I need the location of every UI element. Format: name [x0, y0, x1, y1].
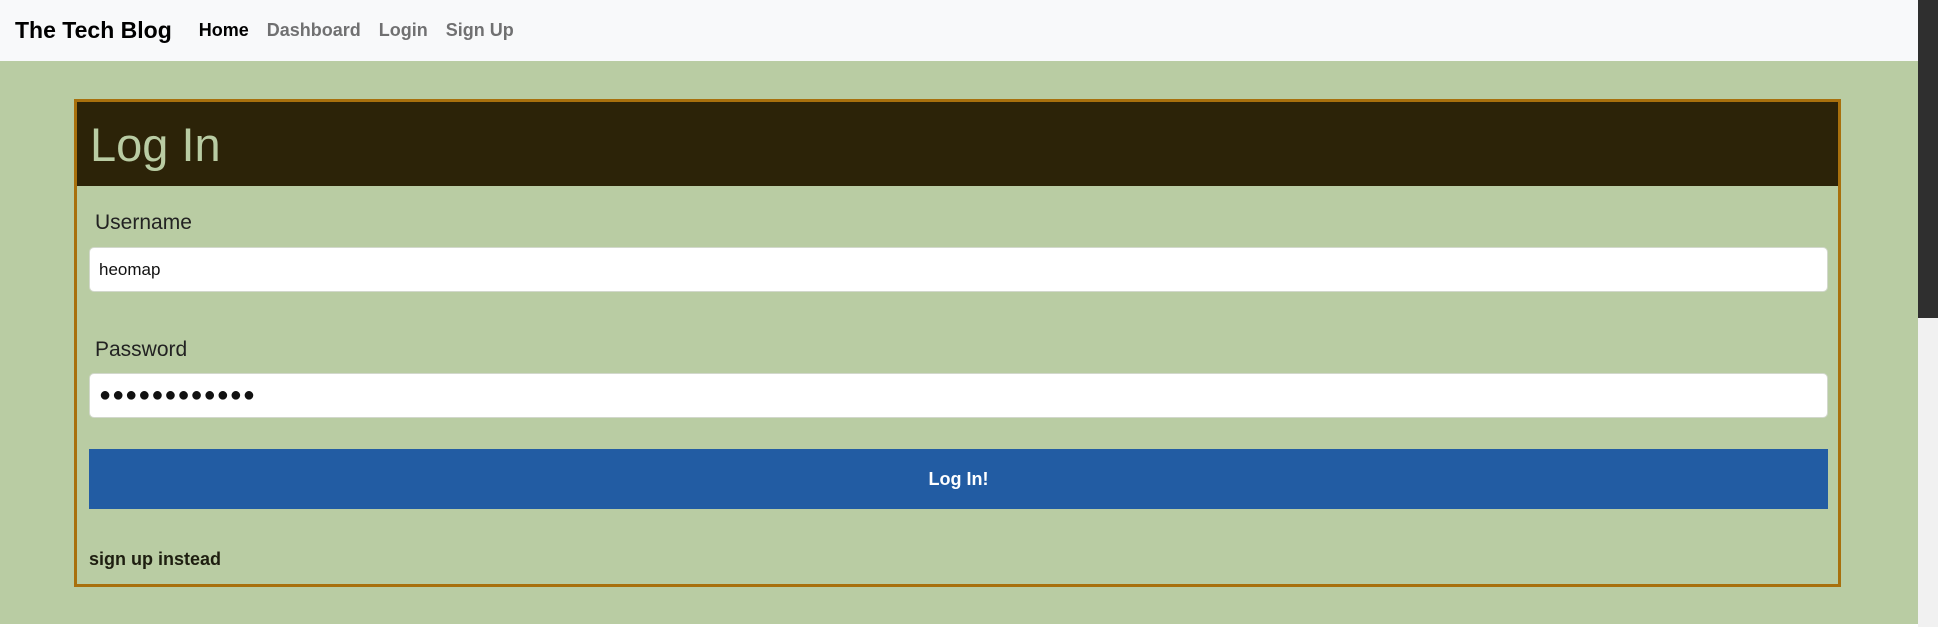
nav-link-signup[interactable]: Sign Up — [446, 20, 514, 41]
nav-link-login[interactable]: Login — [379, 20, 428, 41]
username-input[interactable]: heomap — [89, 247, 1828, 292]
login-button[interactable]: Log In! — [89, 449, 1828, 509]
login-card: Log In Username heomap Password ●●●●●●●●… — [74, 99, 1841, 587]
navbar: The Tech Blog Home Dashboard Login Sign … — [0, 0, 1918, 61]
brand-link[interactable]: The Tech Blog — [15, 17, 172, 44]
card-header: Log In — [77, 102, 1838, 186]
username-value: heomap — [99, 259, 161, 279]
scrollbar-thumb[interactable] — [1918, 0, 1938, 318]
page-title: Log In — [90, 117, 221, 171]
password-label: Password — [95, 338, 188, 361]
password-input[interactable]: ●●●●●●●●●●●● — [89, 373, 1828, 418]
password-value: ●●●●●●●●●●●● — [99, 384, 256, 406]
signup-instead-link[interactable]: sign up instead — [89, 549, 221, 570]
username-label: Username — [95, 211, 192, 234]
main-content: Log In Username heomap Password ●●●●●●●●… — [0, 61, 1918, 624]
vertical-scrollbar[interactable] — [1918, 0, 1938, 627]
nav-link-home[interactable]: Home — [199, 20, 249, 41]
nav-link-dashboard[interactable]: Dashboard — [267, 20, 361, 41]
